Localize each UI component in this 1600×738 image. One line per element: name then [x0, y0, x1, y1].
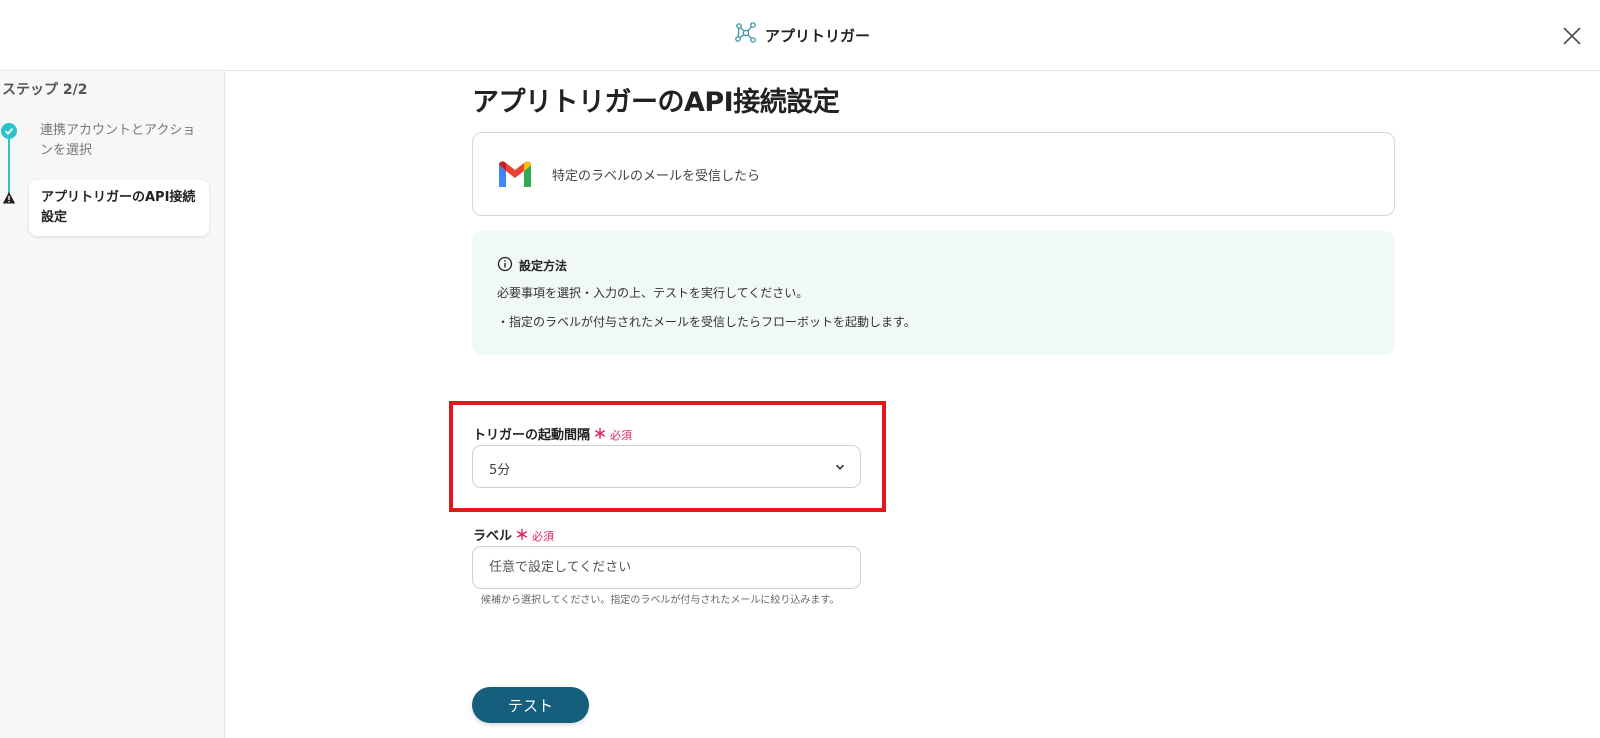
step-connector — [8, 131, 10, 194]
trigger-action-text: 特定のラベルのメールを受信したら — [552, 169, 761, 184]
warning-icon — [2, 190, 16, 204]
info-line-1: 必要事項を選択・入力の上、テストを実行してください。 — [497, 286, 809, 300]
sidebar-step-api-settings[interactable]: アプリトリガーのAPI接続設定 — [29, 180, 209, 236]
page-title: アプリトリガーのAPI接続設定 — [472, 87, 840, 118]
info-panel: 設定方法 必要事項を選択・入力の上、テストを実行してください。 ・指定のラベルが… — [472, 231, 1395, 355]
sidebar-step-label: アプリトリガーのAPI接続設定 — [41, 190, 196, 225]
check-icon — [1, 123, 17, 139]
network-nodes-icon — [735, 22, 757, 48]
steps-sidebar: ステップ 2/2 連携アカウントとアクションを選択 アプリトリガーのAPI接続設… — [0, 71, 225, 738]
interval-select-value: 5分 — [489, 463, 511, 478]
trigger-action-card: 特定のラベルのメールを受信したら — [472, 132, 1395, 216]
header-title: アプリトリガー — [735, 22, 870, 48]
label-label-text: ラベル — [473, 529, 513, 544]
info-icon — [497, 256, 513, 275]
interval-field-label: トリガーの起動間隔 ＊ 必須 — [473, 424, 632, 444]
chevron-down-icon — [835, 464, 845, 470]
close-icon — [1563, 27, 1581, 45]
label-help-text: 候補から選択してください。指定のラベルが付与されたメールに絞り込みます。 — [481, 595, 840, 606]
gmail-icon — [497, 159, 533, 189]
interval-select[interactable]: 5分 — [472, 445, 861, 488]
label-input[interactable] — [472, 546, 861, 589]
sidebar-step-select-account[interactable]: 連携アカウントとアクションを選択 — [40, 121, 200, 161]
interval-label-text: トリガーの起動間隔 — [473, 428, 591, 443]
step-counter: ステップ 2/2 — [2, 82, 88, 98]
label-field-label: ラベル ＊ 必須 — [473, 525, 554, 545]
required-mark: ＊ — [515, 528, 530, 544]
test-button[interactable]: テスト — [472, 687, 589, 723]
required-mark: ＊ — [593, 427, 608, 443]
close-button[interactable] — [1560, 24, 1584, 48]
info-heading: 設定方法 — [497, 256, 567, 275]
header-title-text: アプリトリガー — [765, 26, 871, 45]
required-text: 必須 — [610, 429, 633, 442]
info-line-2: ・指定のラベルが付与されたメールを受信したらフローボットを起動します。 — [497, 315, 916, 329]
required-text: 必須 — [532, 530, 555, 543]
info-heading-text: 設定方法 — [519, 259, 568, 273]
dialog-header: アプリトリガー — [0, 0, 1600, 71]
